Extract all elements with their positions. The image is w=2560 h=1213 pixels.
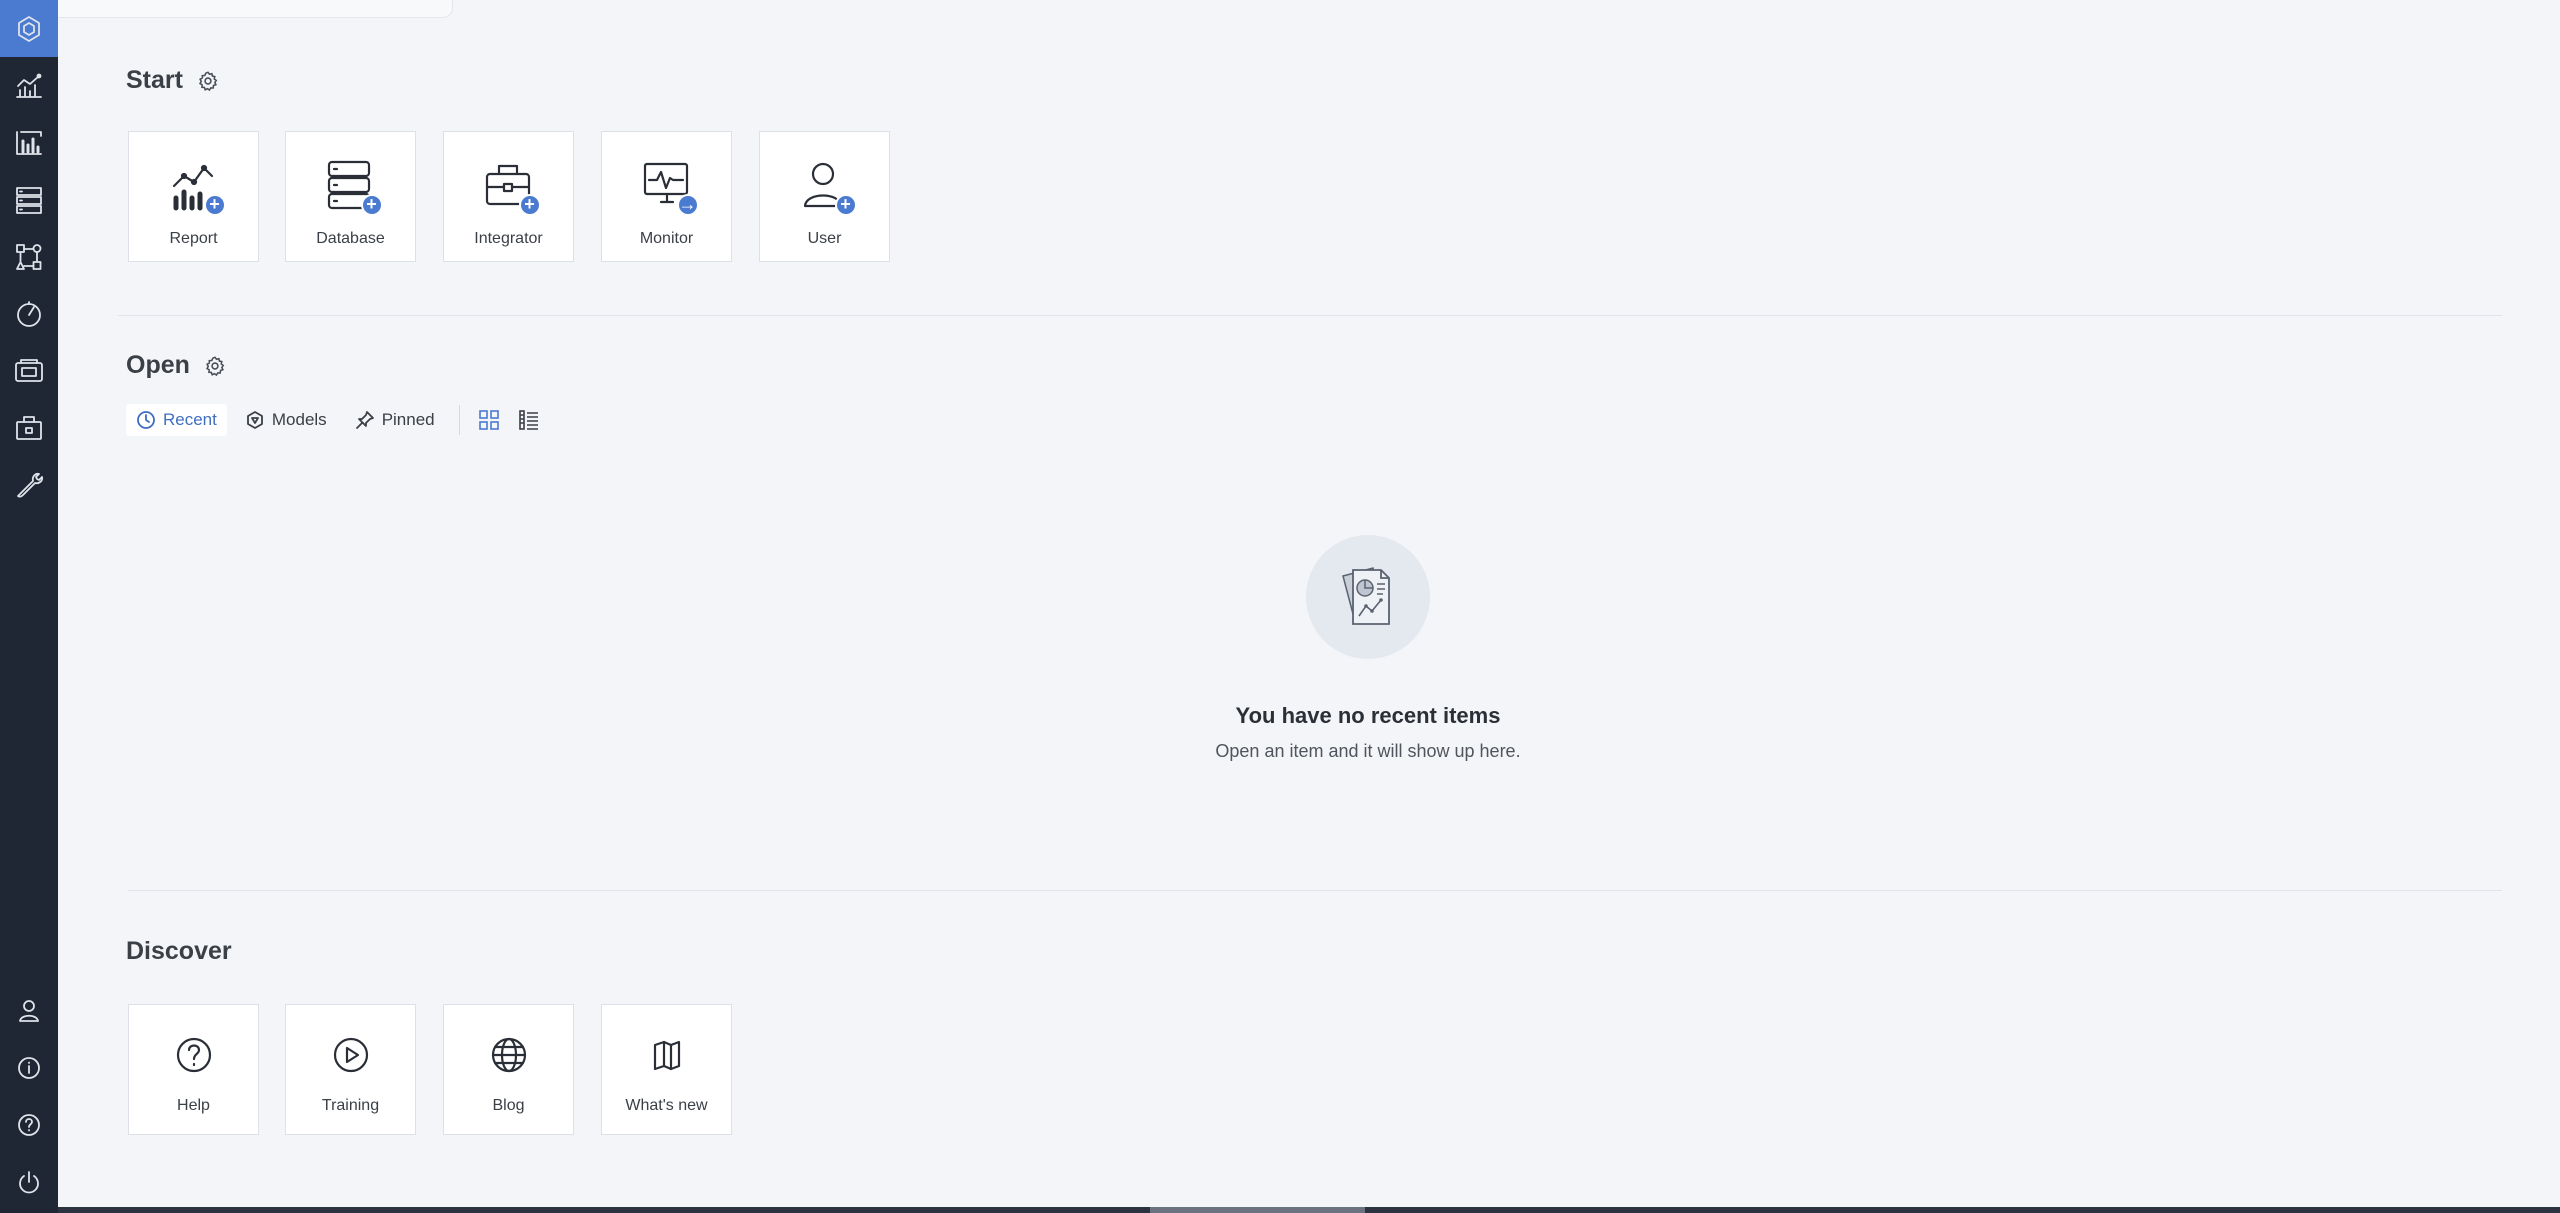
tile-label: Monitor: [639, 230, 694, 247]
start-settings-button[interactable]: [197, 70, 219, 92]
filter-models[interactable]: Models: [235, 404, 337, 436]
start-section-title: Start: [126, 66, 219, 95]
open-section-title: Open: [126, 351, 226, 380]
filter-separator: [458, 405, 460, 435]
database-tile-icon-wrap: +: [323, 158, 383, 216]
bar-chart-icon: [16, 130, 42, 155]
open-title: Open: [126, 351, 190, 379]
nav-account[interactable]: [0, 982, 58, 1039]
pin-icon: [355, 411, 374, 429]
discover-tile-help[interactable]: Help: [128, 1004, 259, 1135]
question-circle-icon: [176, 1037, 211, 1073]
add-badge-icon: +: [203, 194, 226, 216]
tile-label: Help: [177, 1097, 210, 1114]
discover-section-title: Discover: [126, 937, 232, 966]
server-rack-icon: [16, 186, 42, 214]
filter-models-label: Models: [271, 410, 327, 429]
open-divider: [128, 890, 2502, 891]
tile-label: Blog: [492, 1097, 525, 1114]
shapes-icon: [16, 243, 42, 270]
tile-label: Training: [321, 1097, 380, 1114]
empty-state-title: You have no recent items: [1235, 703, 1501, 728]
integrator-tile-icon-wrap: +: [481, 158, 541, 216]
nav-monitor[interactable]: [0, 285, 58, 342]
filter-pinned[interactable]: Pinned: [345, 404, 445, 436]
wrench-icon: [17, 472, 44, 498]
gauge-icon: [17, 300, 41, 327]
add-badge-icon: +: [518, 194, 541, 216]
empty-state-subtitle: Open an item and it will show up here.: [1215, 741, 1521, 761]
tile-label: User: [807, 230, 842, 247]
gear-icon: [198, 70, 218, 91]
blog-tile-icon-wrap: [489, 1035, 529, 1075]
nav-help[interactable]: [0, 1096, 58, 1153]
nav-models[interactable]: [0, 228, 58, 285]
list-view-icon: [518, 410, 538, 430]
book-icon: [653, 1040, 680, 1071]
nav-logout[interactable]: [0, 1153, 58, 1210]
briefcase-icon: [16, 415, 42, 440]
filter-pinned-label: Pinned: [381, 410, 435, 429]
nav-rail: [0, 0, 58, 1213]
scrollbar-thumb[interactable]: [1150, 1207, 1365, 1213]
power-icon: [19, 1170, 39, 1193]
add-badge-icon: +: [360, 194, 383, 216]
report-tile-icon-wrap: +: [166, 158, 226, 216]
nav-integrator[interactable]: [0, 342, 58, 399]
user-icon: [19, 999, 39, 1022]
gear-icon: [205, 355, 225, 376]
model-icon: [246, 411, 263, 429]
empty-state: You have no recent items Open an item an…: [1158, 535, 1578, 762]
nav-home[interactable]: [0, 0, 58, 57]
main-content: Start + Report + Database + Integrator →…: [58, 0, 2560, 1213]
help-tile-icon-wrap: [174, 1035, 214, 1075]
tile-label: Integrator: [474, 230, 543, 247]
arrow-badge-icon: →: [676, 194, 699, 216]
empty-illustration: [1306, 535, 1430, 659]
start-tile-report[interactable]: + Report: [128, 131, 259, 262]
clock-icon: [137, 411, 155, 429]
nav-databases[interactable]: [0, 171, 58, 228]
media-icon: [15, 358, 43, 382]
filter-recent-label: Recent: [163, 410, 217, 429]
start-divider: [118, 315, 2502, 316]
start-tile-database[interactable]: + Database: [285, 131, 416, 262]
chart-line-icon: [16, 73, 42, 98]
monitor-tile-icon-wrap: →: [639, 158, 699, 216]
nav-reports[interactable]: [0, 57, 58, 114]
tile-label: What's new: [625, 1097, 708, 1114]
discover-tile-whats-new[interactable]: What's new: [601, 1004, 732, 1135]
discover-tile-blog[interactable]: Blog: [443, 1004, 574, 1135]
nav-jobs[interactable]: [0, 399, 58, 456]
grid-view-icon: [478, 410, 499, 430]
tile-label: Database: [316, 230, 385, 247]
open-filter-bar: Recent Models Pinned: [126, 403, 554, 437]
grid-view-button[interactable]: [474, 405, 504, 435]
training-tile-icon-wrap: [331, 1035, 371, 1075]
nav-dashboards[interactable]: [0, 114, 58, 171]
start-title: Start: [126, 66, 183, 94]
document-report-icon: [1342, 567, 1390, 625]
start-tile-user[interactable]: + User: [759, 131, 890, 262]
hexagon-icon: [18, 15, 40, 42]
discover-title: Discover: [126, 937, 232, 965]
nav-about[interactable]: [0, 1039, 58, 1096]
tile-label: Report: [169, 230, 218, 247]
nav-tools[interactable]: [0, 456, 58, 513]
play-circle-icon: [333, 1037, 368, 1073]
help-icon: [18, 1113, 40, 1136]
discover-tile-training[interactable]: Training: [285, 1004, 416, 1135]
user-tile-icon-wrap: +: [797, 158, 857, 216]
whats-new-tile-icon-wrap: [647, 1035, 687, 1075]
globe-icon: [491, 1037, 526, 1073]
list-view-button[interactable]: [514, 405, 544, 435]
start-tile-monitor[interactable]: → Monitor: [601, 131, 732, 262]
open-settings-button[interactable]: [204, 355, 226, 377]
info-icon: [18, 1056, 40, 1079]
add-badge-icon: +: [834, 194, 857, 216]
top-tab-strip[interactable]: [58, 0, 453, 18]
start-tile-integrator[interactable]: + Integrator: [443, 131, 574, 262]
filter-recent[interactable]: Recent: [126, 404, 227, 436]
